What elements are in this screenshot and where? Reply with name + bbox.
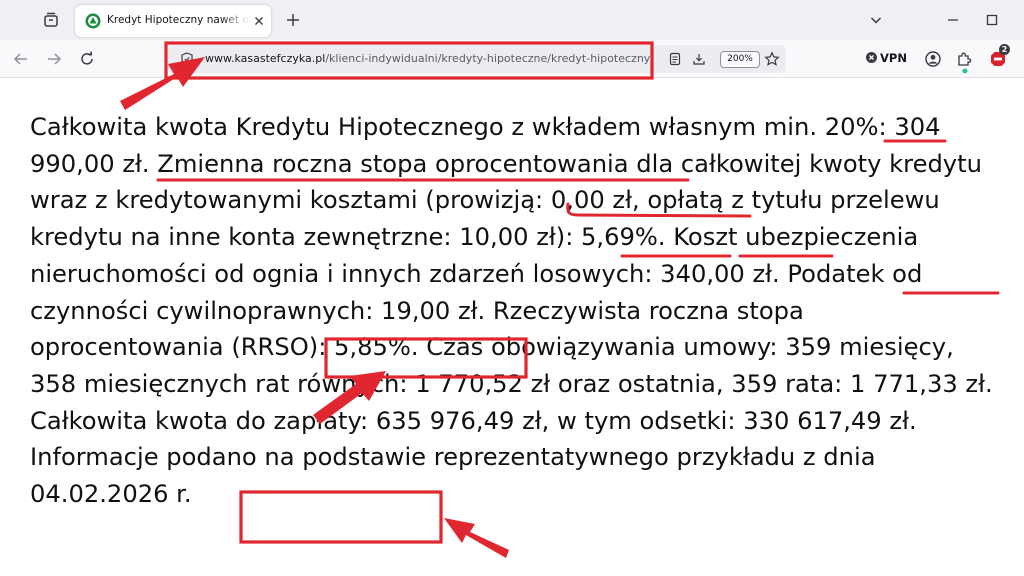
forward-arrow-icon[interactable]	[45, 50, 63, 68]
tab-title: Kredyt Hipoteczny nawet do 2 r	[107, 14, 249, 26]
url-text[interactable]: www.kasastefczyka.pl/klienci-indywidualn…	[205, 52, 650, 65]
vpn-icon	[866, 52, 877, 63]
back-arrow-icon[interactable]	[12, 50, 30, 68]
minimize-icon[interactable]	[945, 12, 961, 28]
loan-disclaimer-paragraph: Całkowita kwota Kredytu Hipotecznego z w…	[30, 113, 993, 509]
zoom-level-badge[interactable]: 200%	[720, 51, 760, 68]
new-tab-icon[interactable]	[284, 11, 302, 29]
vpn-button[interactable]: VPN	[866, 51, 907, 67]
maximize-icon[interactable]	[984, 12, 1000, 28]
close-tab-icon[interactable]	[251, 13, 267, 29]
navigation-toolbar: www.kasastefczyka.pl/klienci-indywidualn…	[0, 40, 1024, 78]
extensions-puzzle-icon[interactable]	[955, 50, 973, 68]
chevron-down-icon[interactable]	[868, 12, 884, 28]
tab-bar: Kredyt Hipoteczny nawet do 2 r	[0, 0, 1024, 40]
save-page-icon[interactable]	[692, 52, 706, 66]
vpn-label: VPN	[880, 51, 907, 65]
account-icon[interactable]	[924, 50, 942, 68]
reader-view-icon[interactable]	[668, 52, 682, 66]
reload-icon[interactable]	[78, 50, 96, 68]
extension-count-badge: 2	[999, 44, 1010, 55]
arrow-date-icon	[444, 518, 509, 558]
shield-icon[interactable]	[180, 52, 194, 66]
tab-active[interactable]: Kredyt Hipoteczny nawet do 2 r	[75, 5, 271, 37]
notification-dot-icon	[962, 68, 968, 74]
address-bar[interactable]: www.kasastefczyka.pl/klienci-indywidualn…	[168, 45, 786, 73]
url-path: /klienci-indywidualni/kredyty-hipoteczne…	[325, 52, 651, 65]
site-favicon-icon	[85, 13, 101, 29]
tab-list-icon[interactable]	[41, 10, 61, 30]
url-host: www.kasastefczyka.pl	[205, 52, 326, 65]
bookmark-star-icon[interactable]	[764, 51, 780, 67]
